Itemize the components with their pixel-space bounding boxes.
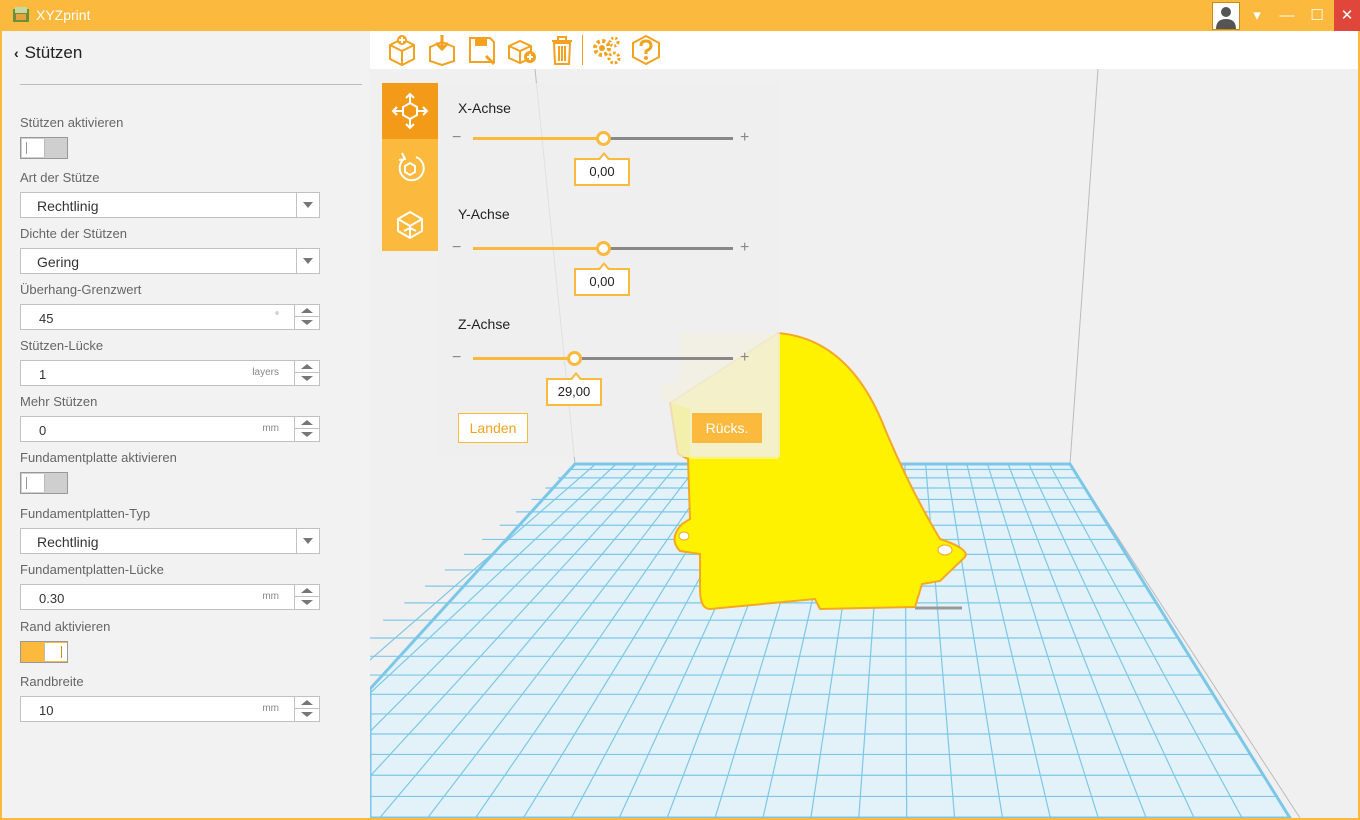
z-slider-thumb[interactable] [567,351,583,366]
unit-label: mm [262,703,279,714]
x-increase-button[interactable]: + [740,129,749,147]
support-type-label: Art der Stütze [20,170,100,185]
increment-button[interactable] [295,417,319,429]
supports-enable-toggle[interactable] [20,137,68,159]
more-supports-input[interactable]: 0 mm [20,416,320,442]
minimize-button[interactable]: — [1272,0,1302,31]
maximize-button[interactable]: ☐ [1302,0,1332,31]
z-value-field[interactable]: 29,00 [546,372,602,406]
rotate-tool-tab[interactable] [382,139,438,195]
brim-width-input[interactable]: 10 mm [20,696,320,722]
y-slider-thumb[interactable] [596,241,611,256]
user-avatar[interactable] [1212,2,1240,30]
raft-type-value: Rechtlinig [37,534,99,550]
transform-panel: X-Achse − + 0,00 Y-Achse − + 0,00 Z-Achs… [438,83,780,457]
raft-enable-toggle[interactable] [20,472,68,494]
scale-tool-icon[interactable] [382,195,438,251]
support-density-select[interactable]: Gering [20,248,320,274]
trash-icon[interactable] [546,34,578,66]
raft-type-label: Fundamentplatten-Typ [20,506,151,521]
y-value-field[interactable]: 0,00 [574,262,630,296]
increment-button[interactable] [295,361,319,373]
divider [20,84,362,85]
supports-enable-label: Stützen aktivieren [20,115,124,130]
import-model-icon[interactable] [386,34,418,66]
app-title: XYZprint [36,7,91,23]
x-axis-slider[interactable] [473,131,733,146]
support-gap-value: 1 [39,367,47,382]
increment-button[interactable] [295,585,319,597]
close-button[interactable]: ✕ [1334,0,1360,31]
increment-button[interactable] [295,305,319,317]
back-button[interactable]: ‹ Stützen [14,43,82,65]
unit-label: layers [252,367,279,378]
overhang-threshold-label: Überhang-Grenzwert [20,282,142,297]
add-model-icon[interactable] [506,34,538,66]
main-toolbar [370,31,1358,69]
save-icon[interactable] [466,34,498,66]
z-axis-slider[interactable] [473,351,733,366]
move-tool-icon[interactable] [382,83,438,139]
raft-gap-input[interactable]: 0.30 mm [20,584,320,610]
brim-enable-toggle[interactable] [20,641,68,663]
chevron-left-icon[interactable]: ‹ [14,45,19,61]
z-decrease-button[interactable]: − [452,349,461,367]
x-value-field[interactable]: 0,00 [574,152,630,186]
scale-tool-tab[interactable] [382,195,438,251]
brim-enable-label: Rand aktivieren [20,619,111,634]
move-tool-tab[interactable] [382,83,438,139]
unit-label: ° [275,311,279,322]
page-title: Stützen [24,43,83,62]
y-increase-button[interactable]: + [740,239,749,257]
decrement-button[interactable] [295,709,319,721]
support-density-value: Gering [37,254,80,270]
brim-width-label: Randbreite [20,674,84,689]
decrement-button[interactable] [295,373,319,385]
z-increase-button[interactable]: + [740,349,749,367]
support-type-value: Rechtlinig [37,198,99,214]
y-axis-label: Y-Achse [458,206,510,222]
support-gap-label: Stützen-Lücke [20,338,104,353]
support-gap-input[interactable]: 1 layers [20,360,320,386]
3d-viewport[interactable]: X-Achse − + 0,00 Y-Achse − + 0,00 Z-Achs… [370,69,1358,818]
chevron-down-icon[interactable] [296,529,319,553]
decrement-button[interactable] [295,597,319,609]
y-axis-slider[interactable] [473,241,733,256]
help-icon[interactable] [630,34,662,66]
raft-gap-label: Fundamentplatten-Lücke [20,562,164,577]
overhang-threshold-input[interactable]: 45 ° [20,304,320,330]
x-slider-thumb[interactable] [596,131,611,146]
increment-button[interactable] [295,697,319,709]
unit-label: mm [262,423,279,434]
raft-enable-label: Fundamentplatte aktivieren [20,450,177,465]
raft-gap-value: 0.30 [39,591,65,606]
x-axis-label: X-Achse [458,100,511,116]
chevron-down-icon[interactable] [296,193,319,217]
more-supports-value: 0 [39,423,47,438]
title-bar: XYZprint ▾ — ☐ ✕ [0,0,1360,31]
x-decrease-button[interactable]: − [452,129,461,147]
account-dropdown-button[interactable]: ▾ [1242,0,1272,31]
unit-label: mm [262,591,279,602]
support-type-select[interactable]: Rechtlinig [20,192,320,218]
land-button[interactable]: Landen [458,413,528,443]
settings-sidebar: ‹ Stützen Stützen aktivieren Art der Stüt… [2,31,370,818]
raft-type-select[interactable]: Rechtlinig [20,528,320,554]
overhang-threshold-value: 45 [39,311,54,326]
settings-icon[interactable] [590,34,622,66]
chevron-down-icon[interactable] [296,249,319,273]
user-icon [1216,7,1236,29]
more-supports-label: Mehr Stützen [20,394,98,409]
y-decrease-button[interactable]: − [452,239,461,257]
app-logo-icon [13,7,29,22]
z-axis-label: Z-Achse [458,316,511,332]
decrement-button[interactable] [295,429,319,441]
toolbar-separator [582,35,583,65]
rotate-tool-icon[interactable] [382,139,438,195]
reset-button[interactable]: Rücks. [692,413,762,443]
brim-width-value: 10 [39,703,54,718]
support-density-label: Dichte der Stützen [20,226,127,241]
decrement-button[interactable] [295,317,319,329]
download-icon[interactable] [426,34,458,66]
